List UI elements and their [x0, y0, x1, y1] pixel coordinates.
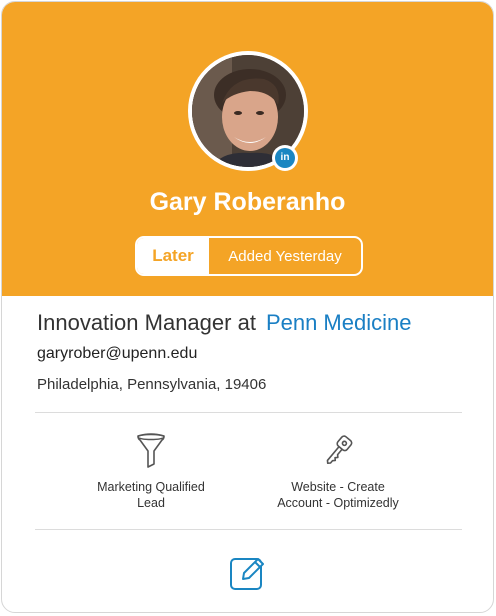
profile-name: Gary Roberanho [149, 188, 346, 216]
funnel-icon [137, 433, 165, 468]
divider-top [35, 412, 462, 413]
email-address: garyrober@upenn.edu [37, 345, 198, 362]
divider-bottom [35, 529, 462, 530]
feature-marketing-qualified-lead: Marketing Qualified Lead [61, 433, 241, 511]
company-link[interactable]: Penn Medicine [266, 310, 412, 335]
added-date-label: Added Yesterday [228, 248, 342, 265]
linkedin-badge-text: in [275, 148, 295, 168]
profile-header: in Gary Roberanho Later Added Yesterday [2, 2, 493, 296]
status-later-label: Later [137, 238, 209, 274]
feature-label-line2: Lead [137, 496, 165, 510]
job-title-row: Innovation Manager at Penn Medicine [37, 310, 411, 336]
edit-button[interactable] [229, 553, 267, 591]
location: Philadelphia, Pennsylvania, 19406 [37, 376, 267, 393]
status-pill[interactable]: Later Added Yesterday [135, 236, 363, 276]
feature-label-line1: Website - Create [291, 480, 385, 494]
feature-website-create-account: Website - Create Account - Optimizedly [248, 433, 428, 511]
profile-card: in Gary Roberanho Later Added Yesterday … [1, 1, 494, 613]
job-title: Innovation Manager at [37, 310, 256, 335]
feature-label-line2: Account - Optimizedly [277, 496, 399, 510]
key-icon [326, 435, 353, 465]
edit-icon [230, 558, 264, 590]
feature-label-line1: Marketing Qualified [97, 480, 205, 494]
linkedin-icon[interactable]: in [272, 145, 298, 171]
